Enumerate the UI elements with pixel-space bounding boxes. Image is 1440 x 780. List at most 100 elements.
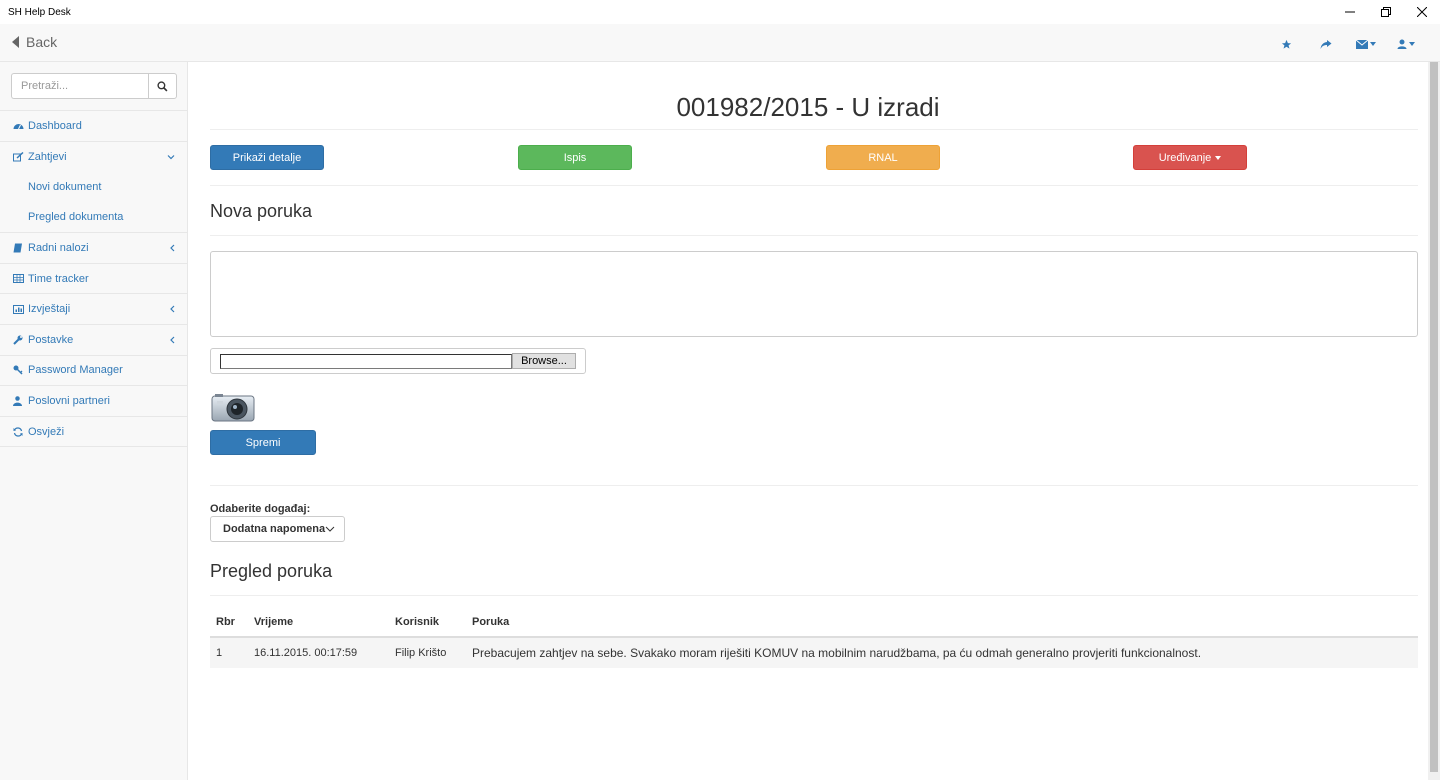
sidebar-item-label: Time tracker [28, 272, 89, 285]
new-message-heading: Nova poruka [210, 201, 313, 221]
minimize-button[interactable] [1332, 0, 1368, 24]
event-select[interactable]: Dodatna napomena [210, 516, 345, 542]
main-content: 001982/2015 - U izradi Prikaži detalje I… [188, 62, 1428, 780]
sidebar-item-dashboard[interactable]: Dashboard [0, 111, 187, 142]
close-icon [1417, 7, 1427, 17]
close-button[interactable] [1404, 0, 1440, 24]
edit-icon [13, 151, 24, 162]
sidebar-item-zahtjevi[interactable]: Zahtjevi [0, 142, 187, 173]
refresh-icon [13, 426, 24, 437]
camera-button[interactable] [211, 392, 255, 422]
event-select-label: Odaberite događaj: [210, 503, 311, 515]
messages-dropdown[interactable] [1346, 36, 1386, 52]
sidebar-item-poslovni-partneri[interactable]: Poslovni partneri [0, 386, 187, 417]
sidebar-item-izvjestaji[interactable]: Izvještaji [0, 294, 187, 325]
sidebar-item-osvjezi[interactable]: Osvježi [0, 417, 187, 448]
user-dropdown[interactable] [1386, 36, 1426, 52]
chevron-down-icon [167, 154, 175, 160]
favorite-button[interactable] [1266, 36, 1306, 52]
browse-button[interactable]: Browse... [512, 353, 576, 369]
divider [210, 485, 1418, 486]
book-icon [13, 242, 24, 253]
back-label: Back [26, 34, 58, 50]
table-header: Rbr Vrijeme Korisnik Poruka [210, 607, 1418, 638]
search-input[interactable] [11, 73, 148, 99]
sidebar-search [11, 73, 177, 99]
back-button[interactable]: Back [12, 34, 57, 50]
column-header-rbr: Rbr [216, 615, 235, 628]
divider [210, 185, 1418, 186]
page-title: 001982/2015 - U izradi [676, 92, 940, 122]
caret-down-icon [1370, 42, 1376, 46]
nav-icons [1266, 36, 1426, 52]
sidebar-item-label: Osvježi [28, 425, 65, 438]
wrench-icon [13, 334, 24, 345]
envelope-icon [1356, 39, 1368, 49]
file-upload: Browse... [210, 348, 586, 374]
sidebar-item-label: Dashboard [28, 119, 82, 132]
sidebar-menu: Dashboard Zahtjevi Novi dokument Pregled… [0, 110, 187, 448]
user-icon [1397, 39, 1407, 49]
messages-table: Rbr Vrijeme Korisnik Poruka 1 16.11.2015… [210, 607, 1418, 668]
print-button[interactable]: Ispis [518, 145, 632, 170]
sidebar-subitem-pregled-dokumenta[interactable]: Pregled dokumenta [0, 202, 187, 232]
zahtjevi-submenu: Novi dokument Pregled dokumenta [0, 172, 187, 234]
window-titlebar: SH Help Desk [0, 0, 1440, 24]
event-select-value: Dodatna napomena [223, 523, 326, 535]
dashboard-icon [13, 120, 24, 131]
sidebar-item-password-manager[interactable]: Password Manager [0, 356, 187, 387]
sidebar-item-radni-nalozi[interactable]: Radni nalozi [0, 233, 187, 264]
chevron-left-icon [170, 336, 175, 344]
sidebar-subitem-novi-dokument[interactable]: Novi dokument [0, 172, 187, 202]
minimize-icon [1345, 11, 1355, 13]
cell-poruka: Prebacujem zahtjev na sebe. Svakako mora… [472, 646, 1202, 660]
sidebar-item-postavke[interactable]: Postavke [0, 325, 187, 356]
star-icon [1281, 39, 1291, 49]
cell-rbr: 1 [216, 647, 223, 659]
caret-down-icon [1215, 155, 1222, 160]
sidebar-item-label: Radni nalozi [28, 241, 89, 254]
chevron-down-icon [325, 526, 335, 532]
show-details-button[interactable]: Prikaži detalje [210, 145, 324, 170]
messages-heading: Pregled poruka [210, 561, 333, 581]
user-icon [13, 395, 24, 406]
message-textarea[interactable] [210, 251, 1418, 337]
app-title: SH Help Desk [8, 6, 71, 18]
sidebar-item-time-tracker[interactable]: Time tracker [0, 264, 187, 295]
edit-dropdown-button[interactable]: Uređivanje [1133, 145, 1247, 170]
key-icon [13, 365, 24, 376]
table-row: 1 16.11.2015. 00:17:59 Filip Krišto Preb… [210, 638, 1418, 668]
window-controls [1332, 0, 1440, 24]
sidebar-item-label: Poslovni partneri [28, 394, 110, 407]
cell-korisnik: Filip Krišto [395, 647, 447, 659]
search-icon [157, 80, 168, 91]
save-button[interactable]: Spremi [210, 430, 316, 455]
file-path-field[interactable] [220, 354, 512, 369]
top-navbar: Back [0, 24, 1440, 62]
sidebar-item-label: Izvještaji [28, 303, 71, 316]
chevron-left-icon [170, 244, 175, 252]
scrollbar-thumb[interactable] [1430, 62, 1438, 772]
camera-icon [211, 394, 255, 422]
divider [210, 129, 1418, 130]
share-button[interactable] [1306, 36, 1346, 52]
restore-button[interactable] [1368, 0, 1404, 24]
rnal-button[interactable]: RNAL [826, 145, 940, 170]
divider [210, 235, 1418, 236]
divider [210, 595, 1418, 596]
table-icon [13, 273, 24, 284]
cell-vrijeme: 16.11.2015. 00:17:59 [254, 647, 358, 659]
main-scrollbar[interactable] [1428, 62, 1440, 780]
share-icon [1320, 39, 1332, 49]
caret-left-icon [12, 36, 19, 48]
search-button[interactable] [148, 73, 177, 99]
chevron-left-icon [170, 305, 175, 313]
caret-down-icon [1409, 42, 1415, 46]
column-header-vrijeme: Vrijeme [254, 615, 294, 628]
sidebar-item-label: Zahtjevi [28, 150, 67, 163]
restore-icon [1381, 7, 1391, 17]
sidebar: Dashboard Zahtjevi Novi dokument Pregled… [0, 62, 188, 780]
sidebar-item-label: Password Manager [28, 364, 123, 377]
sidebar-item-label: Postavke [28, 333, 74, 346]
column-header-korisnik: Korisnik [395, 615, 440, 628]
